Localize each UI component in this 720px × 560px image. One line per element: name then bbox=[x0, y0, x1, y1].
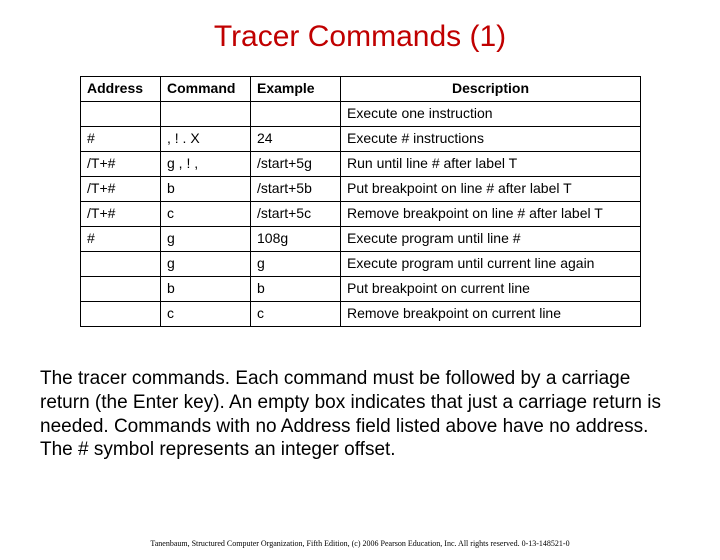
cell-address: /T+# bbox=[81, 152, 161, 177]
col-header-example: Example bbox=[251, 77, 341, 102]
table-row: /T+# b /start+5b Put breakpoint on line … bbox=[81, 177, 641, 202]
cell-example: 108g bbox=[251, 227, 341, 252]
cell-address bbox=[81, 102, 161, 127]
cell-command: g bbox=[161, 252, 251, 277]
cell-example: b bbox=[251, 277, 341, 302]
cell-address bbox=[81, 302, 161, 327]
cell-command: , ! . X bbox=[161, 127, 251, 152]
col-header-address: Address bbox=[81, 77, 161, 102]
footer-citation: Tanenbaum, Structured Computer Organizat… bbox=[0, 539, 720, 548]
col-header-command: Command bbox=[161, 77, 251, 102]
cell-address: /T+# bbox=[81, 177, 161, 202]
table-row: Execute one instruction bbox=[81, 102, 641, 127]
table-row: # , ! . X 24 Execute # instructions bbox=[81, 127, 641, 152]
cell-command: g , ! , bbox=[161, 152, 251, 177]
cell-example: c bbox=[251, 302, 341, 327]
commands-table: Address Command Example Description Exec… bbox=[80, 76, 641, 327]
cell-address: # bbox=[81, 227, 161, 252]
slide-title: Tracer Commands (1) bbox=[0, 20, 720, 54]
cell-command: b bbox=[161, 277, 251, 302]
cell-description: Remove breakpoint on line # after label … bbox=[341, 202, 641, 227]
cell-command bbox=[161, 102, 251, 127]
cell-command: c bbox=[161, 302, 251, 327]
cell-command: g bbox=[161, 227, 251, 252]
commands-table-container: Address Command Example Description Exec… bbox=[80, 76, 640, 327]
cell-example: /start+5c bbox=[251, 202, 341, 227]
cell-description: Put breakpoint on current line bbox=[341, 277, 641, 302]
cell-description: Put breakpoint on line # after label T bbox=[341, 177, 641, 202]
table-row: b b Put breakpoint on current line bbox=[81, 277, 641, 302]
table-row: /T+# c /start+5c Remove breakpoint on li… bbox=[81, 202, 641, 227]
cell-description: Run until line # after label T bbox=[341, 152, 641, 177]
cell-description: Execute program until line # bbox=[341, 227, 641, 252]
col-header-description: Description bbox=[341, 77, 641, 102]
cell-example bbox=[251, 102, 341, 127]
cell-address: /T+# bbox=[81, 202, 161, 227]
cell-description: Execute # instructions bbox=[341, 127, 641, 152]
cell-example: 24 bbox=[251, 127, 341, 152]
cell-description: Execute program until current line again bbox=[341, 252, 641, 277]
cell-description: Remove breakpoint on current line bbox=[341, 302, 641, 327]
cell-example: g bbox=[251, 252, 341, 277]
cell-address bbox=[81, 252, 161, 277]
table-row: # g 108g Execute program until line # bbox=[81, 227, 641, 252]
cell-example: /start+5b bbox=[251, 177, 341, 202]
table-row: g g Execute program until current line a… bbox=[81, 252, 641, 277]
cell-description: Execute one instruction bbox=[341, 102, 641, 127]
table-row: c c Remove breakpoint on current line bbox=[81, 302, 641, 327]
table-row: /T+# g , ! , /start+5g Run until line # … bbox=[81, 152, 641, 177]
caption-text: The tracer commands. Each command must b… bbox=[40, 367, 680, 462]
cell-address: # bbox=[81, 127, 161, 152]
cell-command: c bbox=[161, 202, 251, 227]
cell-example: /start+5g bbox=[251, 152, 341, 177]
cell-command: b bbox=[161, 177, 251, 202]
cell-address bbox=[81, 277, 161, 302]
table-header-row: Address Command Example Description bbox=[81, 77, 641, 102]
